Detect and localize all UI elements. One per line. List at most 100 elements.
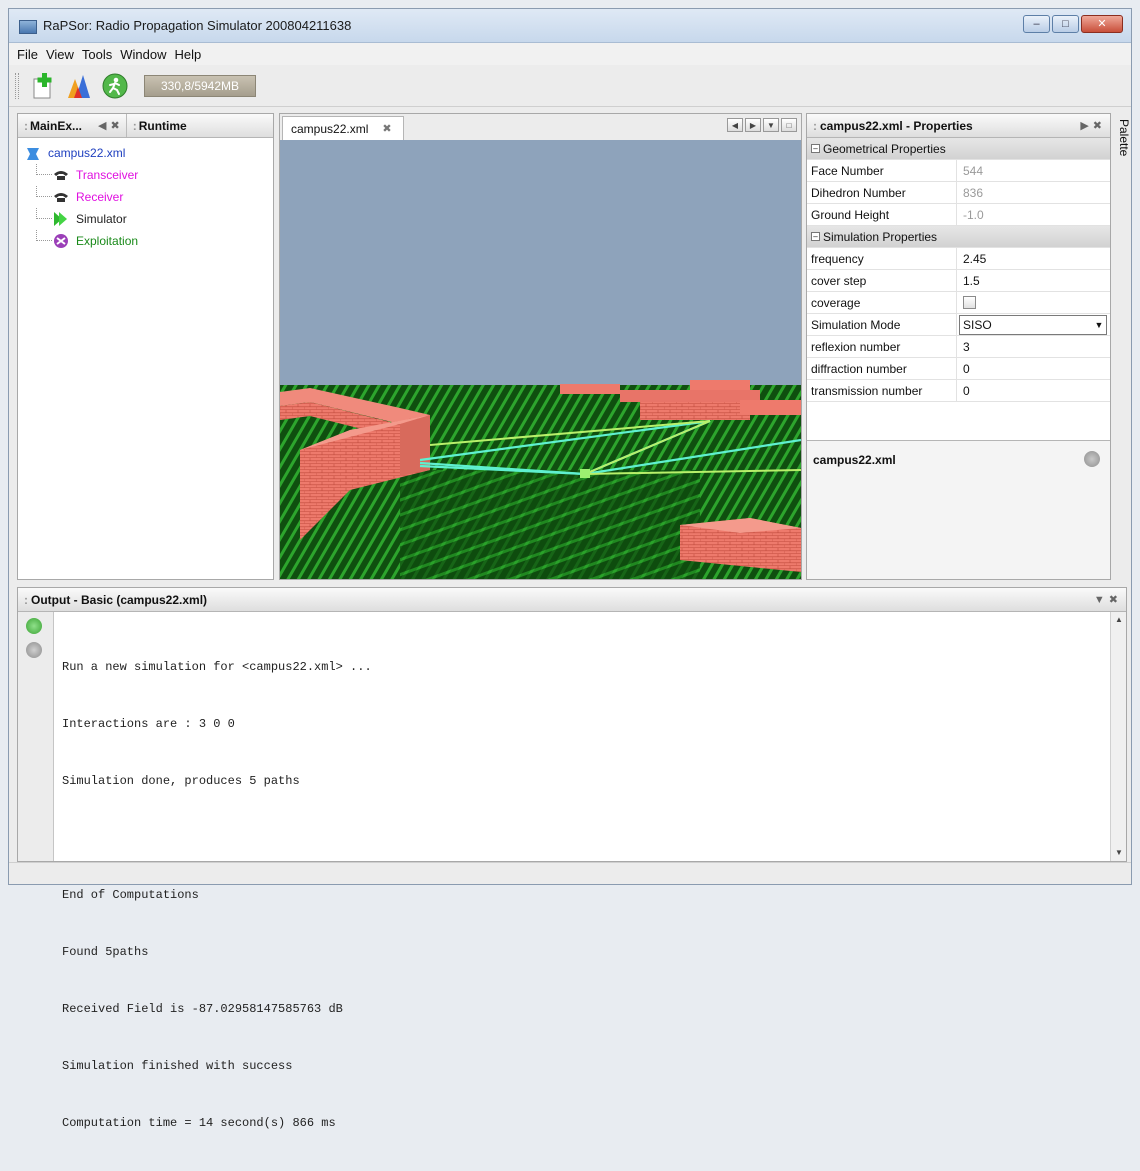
transmission-number-field[interactable]: 0	[957, 380, 1110, 401]
receiver-marker	[580, 469, 590, 478]
menu-file[interactable]: File	[13, 47, 42, 62]
editor-nav: ◀ ▶ ▼ □	[727, 118, 797, 132]
memory-indicator[interactable]: 330,8/5942MB	[144, 75, 256, 97]
diffraction-number-field[interactable]: 0	[957, 358, 1110, 379]
phone-icon	[52, 167, 70, 183]
maximize-editor-icon[interactable]: □	[781, 118, 797, 132]
description-title: campus22.xml	[813, 453, 896, 467]
section-geometrical[interactable]: – Geometrical Properties	[807, 138, 1110, 160]
menu-window[interactable]: Window	[116, 47, 170, 62]
menu-view[interactable]: View	[42, 47, 78, 62]
tab-main-explorer[interactable]: : MainEx... ◀ ✖	[18, 114, 120, 137]
property-name: cover step	[807, 270, 957, 291]
properties-title: campus22.xml - Properties	[820, 118, 973, 133]
tree-root[interactable]: campus22.xml	[22, 142, 269, 164]
palette-tab[interactable]: Palette	[1117, 119, 1131, 179]
collapse-icon[interactable]: –	[811, 232, 820, 241]
section-title: Simulation Properties	[823, 229, 938, 244]
output-line: Run a new simulation for <campus22.xml> …	[62, 660, 372, 674]
explorer-panel: : MainEx... ◀ ✖ : Runtime campus22.xml T…	[17, 113, 274, 580]
rerun-icon[interactable]	[26, 618, 42, 634]
simulation-mode-select[interactable]: SISO ▼	[959, 314, 1107, 335]
cover-step-field[interactable]: 1.5	[957, 270, 1110, 291]
exploitation-icon	[52, 233, 70, 249]
property-row: transmission number 0	[807, 380, 1110, 402]
title-bar: RaPSor: Radio Propagation Simulator 2008…	[9, 9, 1131, 43]
tree-item-simulator[interactable]: Simulator	[22, 208, 269, 230]
section-simulation[interactable]: – Simulation Properties	[807, 226, 1110, 248]
tree-item-receiver[interactable]: Receiver	[22, 186, 269, 208]
property-name: frequency	[807, 248, 957, 269]
property-name: transmission number	[807, 380, 957, 401]
project-icon	[24, 145, 42, 161]
simulation-mode-value: SISO	[963, 317, 992, 332]
tree-root-label: campus22.xml	[48, 146, 126, 160]
coverage-checkbox[interactable]	[963, 296, 976, 309]
chart-button[interactable]	[65, 72, 93, 100]
section-title: Geometrical Properties	[823, 141, 946, 156]
sky	[280, 140, 801, 395]
document-list-icon[interactable]: ▼	[763, 118, 779, 132]
close-panel-icon[interactable]: ✖	[1109, 593, 1118, 606]
output-scrollbar[interactable]: ▲ ▼	[1110, 612, 1126, 861]
tab-main-explorer-label: MainEx...	[30, 118, 83, 133]
property-row: Face Number 544	[807, 160, 1110, 182]
frequency-field[interactable]: 2.45	[957, 248, 1110, 269]
scroll-down-icon[interactable]: ▼	[1111, 845, 1127, 861]
close-panel-icon[interactable]: ✖	[1093, 119, 1102, 132]
close-button[interactable]: ✕	[1081, 15, 1123, 33]
scroll-left-icon[interactable]: ◀	[727, 118, 743, 132]
property-name: diffraction number	[807, 358, 957, 379]
minimize-panel-icon[interactable]: ◀	[98, 119, 106, 132]
output-console[interactable]: Run a new simulation for <campus22.xml> …	[62, 620, 1102, 1130]
output-line: Found 5paths	[62, 945, 149, 959]
3d-scene-view[interactable]	[280, 140, 801, 579]
output-line: Simulation done, produces 5 paths	[62, 774, 300, 788]
stop-icon[interactable]	[26, 642, 42, 658]
menu-tools[interactable]: Tools	[78, 47, 116, 62]
scroll-right-icon[interactable]: ▶	[745, 118, 761, 132]
coverage-cell	[957, 292, 1110, 313]
tree-item-exploitation[interactable]: Exploitation	[22, 230, 269, 252]
close-tab-icon[interactable]: ✖	[382, 122, 391, 135]
tab-campus22[interactable]: campus22.xml ✖	[282, 116, 404, 140]
scroll-up-icon[interactable]: ▲	[1111, 612, 1127, 628]
property-row: cover step 1.5	[807, 270, 1110, 292]
chart-icon	[68, 75, 90, 98]
property-sheet: – Geometrical Properties Face Number 544…	[807, 138, 1110, 402]
window-title: RaPSor: Radio Propagation Simulator 2008…	[43, 18, 352, 33]
tab-runtime[interactable]: : Runtime	[125, 114, 187, 137]
chevron-down-icon: ▼	[1094, 319, 1104, 330]
palette-label: Palette	[1117, 119, 1131, 157]
tree-item-transceiver[interactable]: Transceiver	[22, 164, 269, 186]
property-row: reflexion number 3	[807, 336, 1110, 358]
toolbar-grip[interactable]	[15, 73, 19, 99]
help-icon[interactable]	[1084, 451, 1100, 467]
property-row: frequency 2.45	[807, 248, 1110, 270]
output-line: Received Field is -87.02958147585763 dB	[62, 1002, 343, 1016]
output-gutter	[18, 612, 54, 861]
property-name: Simulation Mode	[807, 314, 957, 335]
reflexion-number-field[interactable]: 3	[957, 336, 1110, 357]
collapse-icon[interactable]: –	[811, 144, 820, 153]
run-button[interactable]	[101, 72, 129, 100]
building	[560, 384, 620, 394]
minimize-panel-icon[interactable]: ▶	[1080, 119, 1088, 132]
property-row: diffraction number 0	[807, 358, 1110, 380]
minimize-panel-icon[interactable]: ▼	[1094, 594, 1105, 606]
property-name: Face Number	[807, 160, 957, 181]
tab-campus22-label: campus22.xml	[291, 121, 369, 136]
property-name: Dihedron Number	[807, 182, 957, 203]
properties-header: : campus22.xml - Properties ▶ ✖	[807, 114, 1110, 138]
building	[640, 402, 750, 420]
simulation-mode-cell: SISO ▼	[957, 314, 1110, 335]
property-name: Ground Height	[807, 204, 957, 225]
phone-icon	[52, 189, 70, 205]
maximize-button[interactable]: □	[1052, 15, 1079, 33]
building	[690, 380, 750, 390]
close-tab-icon[interactable]: ✖	[110, 119, 119, 132]
window-controls: – □ ✕	[1023, 15, 1123, 33]
menu-help[interactable]: Help	[171, 47, 206, 62]
minimize-button[interactable]: –	[1023, 15, 1050, 33]
new-document-button[interactable]	[29, 72, 57, 100]
